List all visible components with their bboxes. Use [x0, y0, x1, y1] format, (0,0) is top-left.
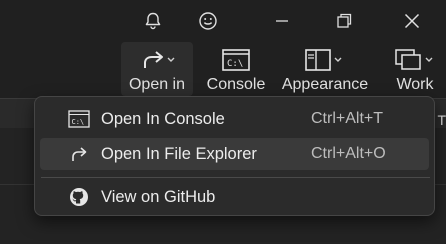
appearance-button[interactable]: Appearance — [279, 42, 371, 96]
work-label: Work — [396, 76, 434, 93]
console-icon: C:\ — [221, 46, 251, 74]
background-text: T — [437, 112, 446, 128]
menu-item-label: Open In File Explorer — [101, 144, 257, 163]
menu-item-view-on-github[interactable]: View on GitHub — [40, 181, 429, 213]
console-button[interactable]: C:\ Console — [203, 42, 269, 96]
open-in-button[interactable]: Open in — [121, 42, 193, 96]
work-button[interactable]: Work — [384, 42, 446, 96]
svg-text:C:\: C:\ — [72, 118, 85, 126]
open-in-menu: C:\ Open In Console Ctrl+Alt+T Open In F… — [34, 96, 435, 216]
menu-item-label: Open In Console — [101, 109, 225, 128]
windows-icon — [392, 46, 438, 74]
menu-separator — [41, 177, 430, 178]
minimize-icon[interactable] — [269, 8, 295, 34]
restore-icon[interactable] — [331, 8, 357, 34]
share-arrow-icon — [68, 143, 90, 165]
appearance-label: Appearance — [281, 76, 369, 93]
bell-icon[interactable] — [140, 8, 166, 34]
smiley-icon[interactable] — [195, 8, 221, 34]
open-in-icon — [137, 46, 177, 74]
svg-text:C:\: C:\ — [227, 59, 243, 69]
appearance-icon — [302, 46, 348, 74]
console-label: Console — [206, 76, 266, 93]
close-icon[interactable] — [399, 8, 425, 34]
menu-item-open-in-console[interactable]: C:\ Open In Console Ctrl+Alt+T — [40, 103, 429, 135]
title-bar — [0, 0, 446, 42]
menu-item-label: View on GitHub — [101, 187, 216, 206]
toolbar: Open in C:\ Console Appearance Work — [0, 42, 446, 98]
open-in-label: Open in — [128, 76, 186, 93]
console-icon: C:\ — [68, 108, 90, 130]
menu-item-open-in-file-explorer[interactable]: Open In File Explorer Ctrl+Alt+O — [40, 138, 429, 170]
menu-item-shortcut: Ctrl+Alt+T — [311, 110, 384, 127]
menu-item-shortcut: Ctrl+Alt+O — [311, 145, 386, 162]
github-icon — [68, 186, 90, 208]
